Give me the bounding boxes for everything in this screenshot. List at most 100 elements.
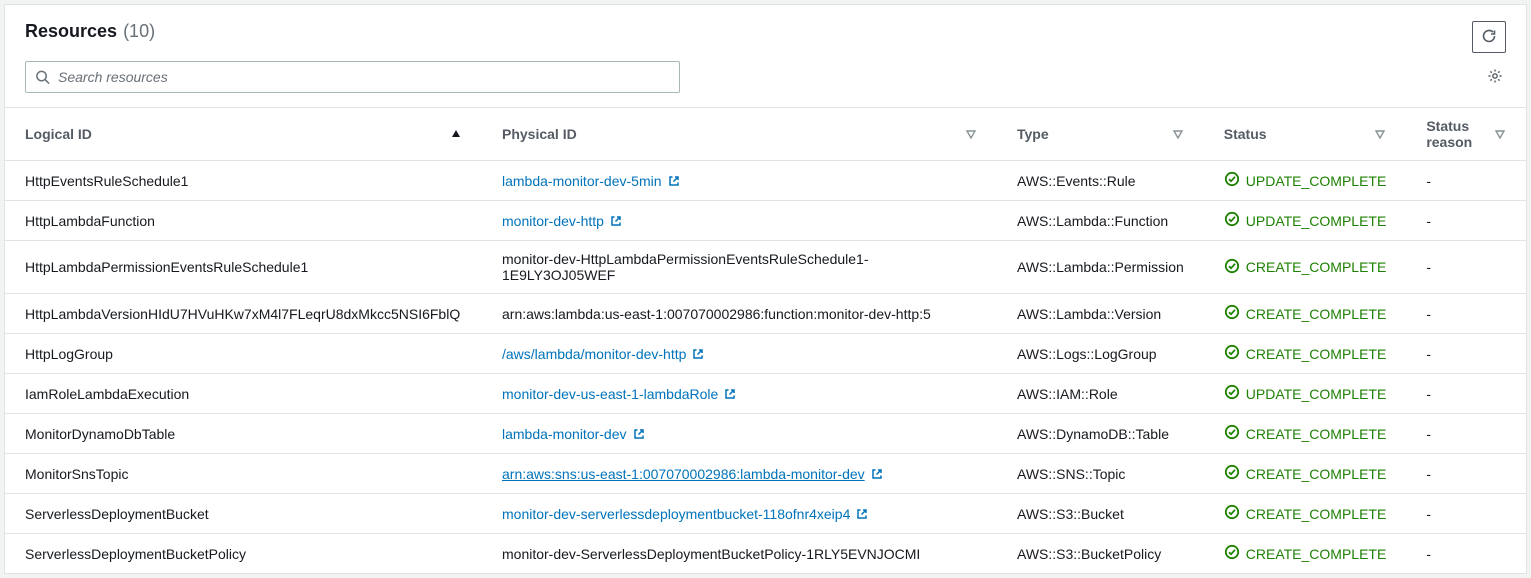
- cell-status-reason: -: [1406, 454, 1526, 494]
- col-header-status[interactable]: Status: [1204, 108, 1407, 161]
- panel-title-row: Resources (10): [25, 21, 155, 42]
- cell-logical-id: HttpEventsRuleSchedule1: [5, 161, 482, 201]
- cell-logical-id: MonitorSnsTopic: [5, 454, 482, 494]
- table-row: ServerlessDeploymentBucketmonitor-dev-se…: [5, 494, 1526, 534]
- filter-icon: [1494, 128, 1506, 140]
- table-row: MonitorSnsTopic arn:aws:sns:us-east-1:007…: [5, 454, 1526, 494]
- status-badge: CREATE_COMPLETE: [1224, 424, 1387, 443]
- cell-type: AWS::Lambda::Version: [997, 294, 1204, 334]
- check-circle-icon: [1224, 464, 1240, 483]
- col-header-label: Type: [1017, 126, 1049, 142]
- refresh-button[interactable]: [1472, 21, 1506, 53]
- cell-type: AWS::S3::BucketPolicy: [997, 534, 1204, 574]
- physical-id-link[interactable]: /aws/lambda/monitor-dev-http: [502, 346, 704, 362]
- filter-icon: [965, 128, 977, 140]
- physical-id-link[interactable]: monitor-dev-http: [502, 213, 622, 229]
- external-link-icon: [692, 348, 704, 360]
- physical-id-link[interactable]: monitor-dev-us-east-1-lambdaRole: [502, 386, 736, 402]
- cell-physical-id: monitor-dev-us-east-1-lambdaRole: [482, 374, 997, 414]
- cell-logical-id: HttpLambdaPermissionEventsRuleSchedule1: [5, 241, 482, 294]
- table-row: IamRoleLambdaExecution monitor-dev-us-eas…: [5, 374, 1526, 414]
- sort-asc-icon: [450, 128, 462, 140]
- cell-logical-id: IamRoleLambdaExecution: [5, 374, 482, 414]
- cell-status-reason: -: [1406, 374, 1526, 414]
- cell-status: CREATE_COMPLETE: [1204, 494, 1407, 534]
- status-badge: CREATE_COMPLETE: [1224, 504, 1387, 523]
- status-badge: UPDATE_COMPLETE: [1224, 211, 1387, 230]
- col-header-logical-id[interactable]: Logical ID: [5, 108, 482, 161]
- col-header-type[interactable]: Type: [997, 108, 1204, 161]
- col-header-label: Physical ID: [502, 126, 577, 142]
- cell-status: UPDATE_COMPLETE: [1204, 201, 1407, 241]
- physical-id-link[interactable]: monitor-dev-serverlessdeploymentbucket-1…: [502, 506, 868, 522]
- cell-status-reason: -: [1406, 241, 1526, 294]
- resources-panel: Resources (10): [4, 4, 1527, 574]
- panel-count: (10): [123, 21, 155, 42]
- cell-status-reason: -: [1406, 201, 1526, 241]
- cell-status: UPDATE_COMPLETE: [1204, 374, 1407, 414]
- physical-id-link[interactable]: arn:aws:sns:us-east-1:007070002986:lambd…: [502, 466, 883, 482]
- filter-icon: [1172, 128, 1184, 140]
- status-text: CREATE_COMPLETE: [1246, 259, 1387, 275]
- check-circle-icon: [1224, 171, 1240, 190]
- cell-type: AWS::SNS::Topic: [997, 454, 1204, 494]
- settings-button[interactable]: [1484, 66, 1506, 88]
- check-circle-icon: [1224, 211, 1240, 230]
- check-circle-icon: [1224, 304, 1240, 323]
- search-input[interactable]: [25, 61, 680, 93]
- external-link-icon: [610, 215, 622, 227]
- cell-type: AWS::Lambda::Permission: [997, 241, 1204, 294]
- cell-status-reason: -: [1406, 534, 1526, 574]
- cell-logical-id: HttpLambdaFunction: [5, 201, 482, 241]
- cell-type: AWS::Lambda::Function: [997, 201, 1204, 241]
- status-badge: UPDATE_COMPLETE: [1224, 384, 1387, 403]
- external-link-icon: [856, 508, 868, 520]
- resources-table: Logical ID Physical ID: [5, 107, 1526, 573]
- refresh-icon: [1481, 28, 1497, 47]
- cell-physical-id: /aws/lambda/monitor-dev-http: [482, 334, 997, 374]
- table-row: MonitorDynamoDbTablelambda-monitor-devAW…: [5, 414, 1526, 454]
- col-header-status-reason[interactable]: Status reason: [1406, 108, 1526, 161]
- physical-id-text: arn:aws:lambda:us-east-1:007070002986:fu…: [502, 306, 931, 322]
- status-text: UPDATE_COMPLETE: [1246, 173, 1387, 189]
- status-text: CREATE_COMPLETE: [1246, 506, 1387, 522]
- cell-status-reason: -: [1406, 494, 1526, 534]
- cell-status: CREATE_COMPLETE: [1204, 294, 1407, 334]
- external-link-icon: [724, 388, 736, 400]
- gear-icon: [1487, 68, 1503, 87]
- status-text: CREATE_COMPLETE: [1246, 546, 1387, 562]
- cell-status-reason: -: [1406, 414, 1526, 454]
- table-row: HttpLambdaVersionHIdU7HVuHKw7xM4l7FLeqrU…: [5, 294, 1526, 334]
- col-header-label: Status reason: [1426, 118, 1486, 150]
- physical-id-text: lambda-monitor-dev-5min: [502, 173, 662, 189]
- cell-type: AWS::Logs::LogGroup: [997, 334, 1204, 374]
- physical-id-link[interactable]: lambda-monitor-dev: [502, 426, 645, 442]
- check-circle-icon: [1224, 344, 1240, 363]
- cell-status-reason: -: [1406, 161, 1526, 201]
- check-circle-icon: [1224, 258, 1240, 277]
- physical-id-link[interactable]: lambda-monitor-dev-5min: [502, 173, 680, 189]
- cell-type: AWS::IAM::Role: [997, 374, 1204, 414]
- table-row: HttpLambdaPermissionEventsRuleSchedule1 m…: [5, 241, 1526, 294]
- table-row: HttpLogGroup/aws/lambda/monitor-dev-http…: [5, 334, 1526, 374]
- cell-status: CREATE_COMPLETE: [1204, 454, 1407, 494]
- check-circle-icon: [1224, 504, 1240, 523]
- physical-id-text: arn:aws:sns:us-east-1:007070002986:lambd…: [502, 466, 865, 482]
- check-circle-icon: [1224, 544, 1240, 563]
- external-link-icon: [633, 428, 645, 440]
- cell-physical-id: arn:aws:sns:us-east-1:007070002986:lambd…: [482, 454, 997, 494]
- external-link-icon: [668, 175, 680, 187]
- panel-title: Resources: [25, 21, 117, 42]
- status-text: CREATE_COMPLETE: [1246, 426, 1387, 442]
- cell-status: CREATE_COMPLETE: [1204, 414, 1407, 454]
- cell-physical-id: lambda-monitor-dev: [482, 414, 997, 454]
- status-text: UPDATE_COMPLETE: [1246, 386, 1387, 402]
- status-text: UPDATE_COMPLETE: [1246, 213, 1387, 229]
- status-badge: UPDATE_COMPLETE: [1224, 171, 1387, 190]
- col-header-label: Status: [1224, 126, 1267, 142]
- table-row: HttpLambdaFunction monitor-dev-http AWS::L…: [5, 201, 1526, 241]
- cell-status: CREATE_COMPLETE: [1204, 334, 1407, 374]
- physical-id-text: monitor-dev-HttpLambdaPermissionEventsRu…: [502, 251, 869, 283]
- status-badge: CREATE_COMPLETE: [1224, 544, 1387, 563]
- col-header-physical-id[interactable]: Physical ID: [482, 108, 997, 161]
